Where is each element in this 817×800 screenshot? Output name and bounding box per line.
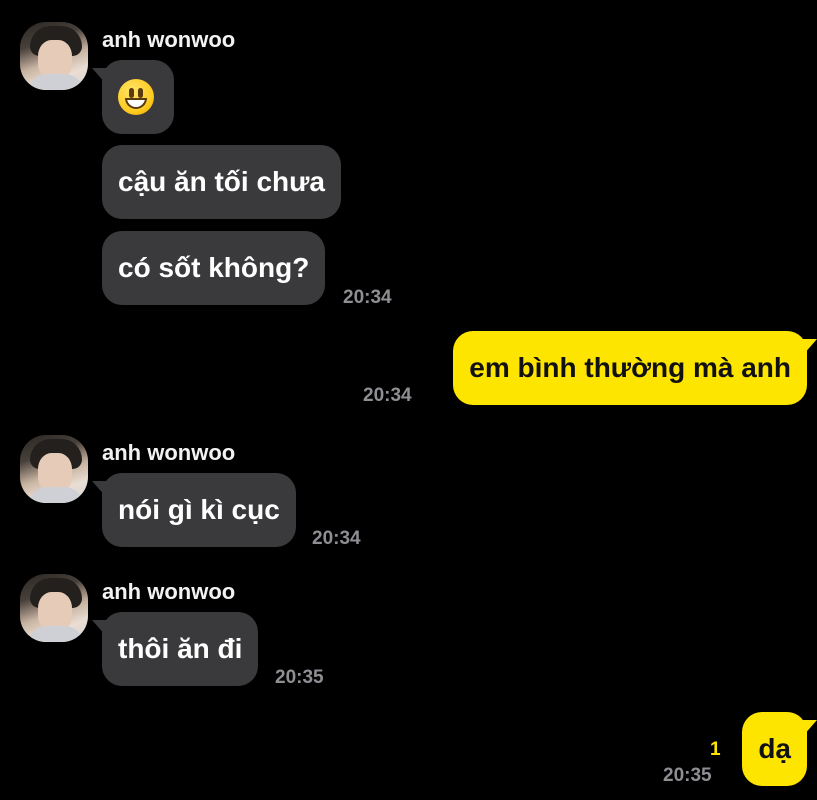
sender-avatar[interactable] [20,435,88,503]
avatar-shirt [28,626,84,642]
emoji-eye [138,88,143,98]
message-timestamp: 20:34 [312,528,361,549]
avatar-shirt [28,487,84,503]
message-bubble[interactable]: có sốt không? [102,231,326,305]
sender-avatar[interactable] [20,22,88,90]
message-bubble[interactable]: nói gì kì cục [102,473,296,547]
grinning-face-emoji-icon [118,79,154,115]
message-timestamp: 20:35 [663,765,712,786]
sender-name: anh wonwoo [102,440,236,465]
emoji-mouth [125,98,147,109]
message-bubble[interactable]: cậu ăn tối chưa [102,145,341,219]
bubble-tail-outgoing [803,720,817,736]
bubble-tail-outgoing [803,339,817,355]
message-bubble-outgoing[interactable]: dạ [742,712,807,786]
message-timestamp: 20:35 [275,667,324,688]
emoji-eye [129,88,134,98]
sender-name: anh wonwoo [102,27,236,52]
message-bubble-outgoing[interactable]: em bình thường mà anh [453,331,807,405]
avatar-shirt [28,74,84,90]
sender-name: anh wonwoo [102,579,236,604]
unread-count-badge: 1 [710,739,721,760]
message-bubble[interactable]: thôi ăn đi [102,612,259,686]
message-timestamp: 20:34 [343,287,392,308]
message-timestamp: 20:34 [363,385,412,406]
sender-avatar[interactable] [20,574,88,642]
